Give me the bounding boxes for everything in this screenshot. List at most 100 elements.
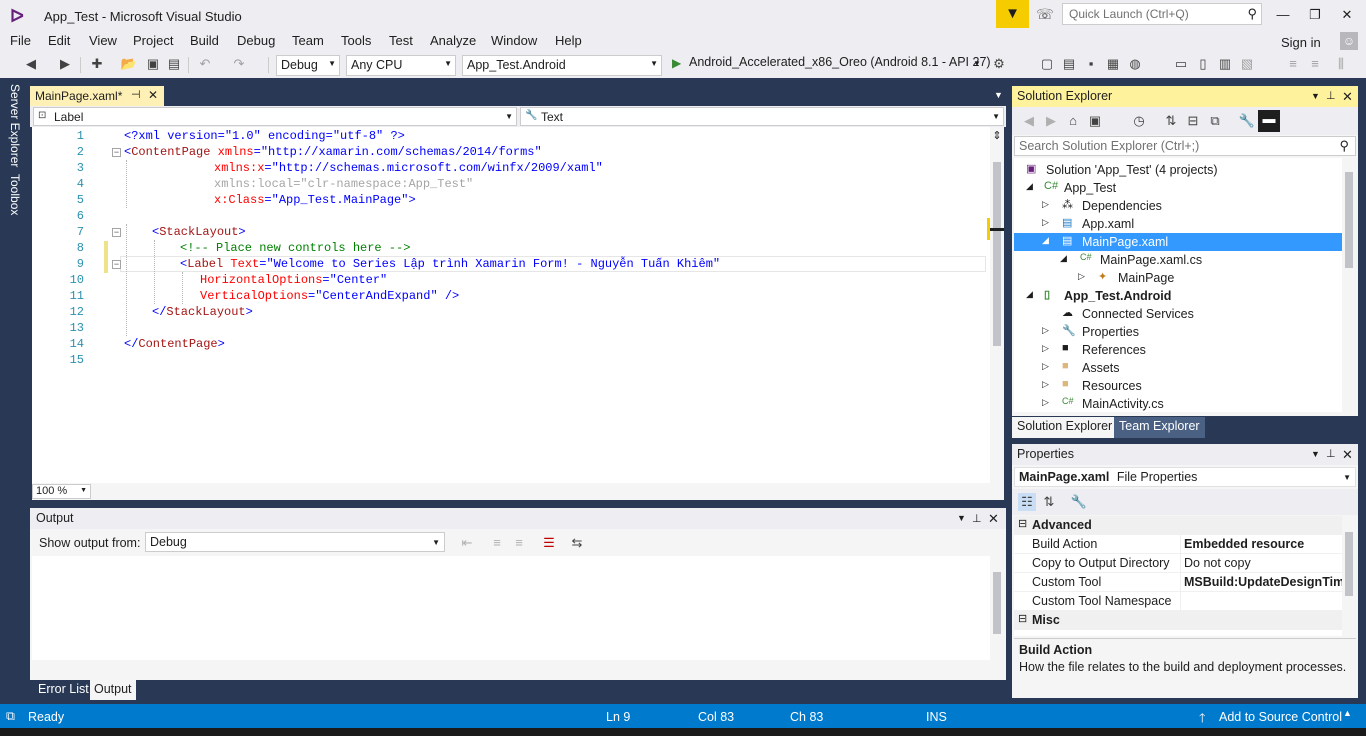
tree-item-references[interactable]: ▷ ■ References — [1014, 341, 1342, 359]
word-wrap-icon[interactable]: ⇆ — [568, 534, 586, 552]
output-source-dropdown[interactable]: Debug ▼ — [145, 532, 445, 552]
redo-icon[interactable]: ↷ — [230, 55, 248, 73]
menu-file[interactable]: File — [10, 33, 31, 48]
pin-icon[interactable]: ⊥ — [1326, 447, 1336, 460]
monitor-icon[interactable]: ▭ — [1172, 55, 1190, 73]
pin-icon[interactable]: ⊣ — [131, 88, 141, 101]
quick-launch-input[interactable]: Quick Launch (Ctrl+Q) ⚲ — [1062, 3, 1262, 25]
tree-item-mainpage-xaml[interactable]: ◢ ▤ MainPage.xaml — [1014, 233, 1342, 251]
layout-icon[interactable]: ▥ — [1216, 55, 1234, 73]
close-tab-icon[interactable]: ✕ — [148, 88, 158, 102]
new-project-icon[interactable]: ✚ — [88, 55, 106, 73]
properties-scroll-thumb[interactable] — [1345, 532, 1353, 596]
editor-scroll-thumb[interactable] — [993, 162, 1001, 346]
pending-changes-icon[interactable]: ◷ — [1130, 112, 1148, 130]
back-icon[interactable]: ◀ — [22, 55, 40, 73]
collapsed-icon[interactable]: ▷ — [1042, 379, 1049, 390]
output-scroll-thumb[interactable] — [993, 572, 1001, 634]
menu-analyze[interactable]: Analyze — [430, 33, 476, 48]
editor-horizontal-scrollbar[interactable] — [32, 483, 1004, 500]
run-target-dropdown-icon[interactable]: ▼ — [973, 59, 981, 68]
home-icon[interactable]: ⌂ — [1064, 112, 1082, 130]
tool-icon-1[interactable]: ⚙ — [990, 55, 1008, 73]
tree-item-mainactivity[interactable]: ▷ C# MainActivity.cs — [1014, 395, 1342, 413]
collapsed-icon[interactable]: ▷ — [1078, 271, 1085, 282]
close-window-button[interactable]: ✕ — [1330, 4, 1364, 26]
tool-icon-5[interactable]: ▦ — [1104, 55, 1122, 73]
collapsed-icon[interactable]: ▷ — [1042, 199, 1049, 210]
expanded-icon[interactable]: ◢ — [1026, 289, 1033, 300]
collapsed-icon[interactable]: ▷ — [1042, 325, 1049, 336]
tree-item-connected-services[interactable]: ☁ Connected Services — [1014, 305, 1342, 323]
clear-all-icon[interactable]: ☰ — [540, 534, 558, 552]
category-advanced[interactable]: ⊟ Advanced — [1014, 516, 1342, 535]
expanded-icon[interactable]: ◢ — [1026, 181, 1033, 192]
tool-icon-3[interactable]: ▤ — [1060, 55, 1078, 73]
align-icon-2[interactable]: ≡ — [1306, 55, 1324, 73]
back-icon[interactable]: ◀ — [1020, 112, 1038, 130]
menu-build[interactable]: Build — [190, 33, 219, 48]
tree-item-dependencies[interactable]: ▷ ⁂ Dependencies — [1014, 197, 1342, 215]
collapse-icon[interactable]: − — [112, 148, 121, 157]
collapsed-icon[interactable]: ▷ — [1042, 361, 1049, 372]
device-icon[interactable]: ▯ — [1194, 55, 1212, 73]
undo-icon[interactable]: ↶ — [196, 55, 214, 73]
menu-tools[interactable]: Tools — [341, 33, 371, 48]
panel-menu-icon[interactable]: ▼ — [1311, 449, 1320, 459]
user-avatar-icon[interactable]: ☺ — [1340, 32, 1358, 50]
close-panel-icon[interactable]: ✕ — [988, 511, 999, 527]
tab-team-explorer[interactable]: Team Explorer — [1114, 417, 1205, 438]
add-to-source-control-button[interactable]: Add to Source Control — [1219, 710, 1342, 724]
properties-object-selector[interactable]: MainPage.xaml File Properties ▼ — [1014, 467, 1356, 487]
collapse-icon[interactable]: − — [112, 260, 121, 269]
align-icon-1[interactable]: ≡ — [1284, 55, 1302, 73]
menu-edit[interactable]: Edit — [48, 33, 70, 48]
solution-explorer-search-input[interactable]: Search Solution Explorer (Ctrl+;) ⚲ — [1014, 136, 1356, 156]
tab-error-list[interactable]: Error List — [34, 680, 93, 700]
save-icon[interactable]: ▣ — [144, 55, 162, 73]
tree-item-project-android[interactable]: ◢ ▯ App_Test.Android — [1014, 287, 1342, 305]
collapse-icon[interactable]: − — [112, 228, 121, 237]
zoom-dropdown[interactable]: 100 % ▼ — [32, 484, 91, 499]
toolbox-tab[interactable]: Toolbox — [8, 174, 22, 215]
tool-icon-2[interactable]: ▢ — [1038, 55, 1056, 73]
tree-item-mainpage-class[interactable]: ▷ ✦ MainPage — [1014, 269, 1342, 287]
save-all-icon[interactable]: ▤ — [165, 55, 183, 73]
tree-item-mainpage-xaml-cs[interactable]: ◢ C# MainPage.xaml.cs — [1014, 251, 1342, 269]
source-control-dropdown-icon[interactable]: ▲ — [1343, 708, 1352, 718]
find-message-icon[interactable]: ⇤ — [458, 534, 476, 552]
solution-explorer-scroll-thumb[interactable] — [1345, 172, 1353, 268]
panel-menu-icon[interactable]: ▼ — [1311, 91, 1320, 101]
tab-output[interactable]: Output — [90, 680, 136, 700]
forward-icon[interactable]: ▶ — [1042, 112, 1060, 130]
show-all-files-icon[interactable]: ⧉ — [1206, 112, 1224, 130]
align-icon-3[interactable]: ⫼ — [1332, 55, 1350, 73]
menu-project[interactable]: Project — [133, 33, 173, 48]
sign-in-link[interactable]: Sign in — [1281, 35, 1321, 50]
start-debugging-icon[interactable]: ▶ — [672, 56, 681, 70]
tab-overflow-icon[interactable]: ▼ — [994, 90, 1003, 100]
startup-project-dropdown[interactable]: App_Test.Android ▼ — [462, 55, 662, 76]
collapse-icon[interactable]: ⊟ — [1018, 612, 1027, 625]
property-row[interactable]: Custom Tool Namespace — [1014, 592, 1342, 611]
sync-icon[interactable]: ⇅ — [1162, 112, 1180, 130]
collapsed-icon[interactable]: ▷ — [1042, 397, 1049, 408]
property-row[interactable]: Custom Tool MSBuild:UpdateDesignTimeXaml — [1014, 573, 1342, 592]
maximize-button[interactable]: ❐ — [1298, 4, 1332, 26]
minimize-button[interactable]: — — [1266, 4, 1300, 26]
close-panel-icon[interactable]: ✕ — [1342, 89, 1353, 105]
property-row[interactable]: Copy to Output Directory Do not copy — [1014, 554, 1342, 573]
terminal-icon[interactable]: ▪ — [1082, 55, 1100, 73]
server-explorer-tab[interactable]: Server Explorer — [8, 84, 22, 167]
property-pages-icon[interactable]: 🔧 — [1070, 493, 1088, 511]
configuration-dropdown[interactable]: Debug ▼ — [276, 55, 340, 76]
collapsed-icon[interactable]: ▷ — [1042, 217, 1049, 228]
previous-message-icon[interactable]: ≡ — [488, 534, 506, 552]
element-dropdown[interactable]: ⊡ Label ▼ — [33, 107, 517, 126]
tool-icon-9[interactable]: ▧ — [1238, 55, 1256, 73]
collapse-all-icon[interactable]: ⊟ — [1184, 112, 1202, 130]
menu-team[interactable]: Team — [292, 33, 324, 48]
member-dropdown[interactable]: 🔧 Text ▼ — [520, 107, 1004, 126]
collapsed-icon[interactable]: ▷ — [1042, 343, 1049, 354]
tree-item-solution[interactable]: ▣ Solution 'App_Test' (4 projects) — [1014, 161, 1342, 179]
